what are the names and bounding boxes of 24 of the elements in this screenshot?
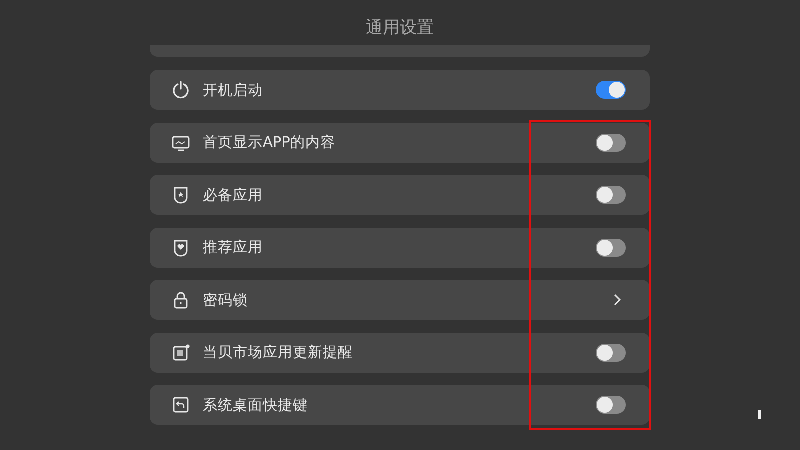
settings-row[interactable]: 密码锁 [150,280,650,320]
settings-row[interactable]: 开机启动 [150,70,650,110]
setting-label: 当贝市场应用更新提醒 [203,344,354,362]
cursor-mark [758,410,761,419]
toggle-switch[interactable] [596,238,626,256]
setting-label: 首页显示APP的内容 [203,134,336,152]
toggle-switch[interactable] [596,186,626,204]
settings-row[interactable]: 推荐应用 [150,228,650,268]
settings-row[interactable]: 必备应用 [150,175,650,215]
power-icon [171,80,191,100]
setting-label: 密码锁 [203,292,249,310]
setting-label: 必备应用 [203,186,264,204]
toggle-switch[interactable] [596,396,626,414]
setting-label: 开机启动 [203,82,264,100]
setting-label: 推荐应用 [203,238,264,257]
settings-row[interactable]: 首页显示APP的内容 [150,122,650,162]
toggle-switch[interactable] [596,344,626,362]
settings-row[interactable]: 系统桌面快捷键 [150,385,650,425]
toggle-switch[interactable] [596,134,626,152]
setting-label: 系统桌面快捷键 [203,396,309,414]
chevron-right-icon [612,293,622,307]
toggle-switch[interactable] [596,81,626,99]
page-title: 通用设置 [366,17,434,40]
settings-row[interactable]: 当贝市场应用更新提醒 [150,332,650,372]
